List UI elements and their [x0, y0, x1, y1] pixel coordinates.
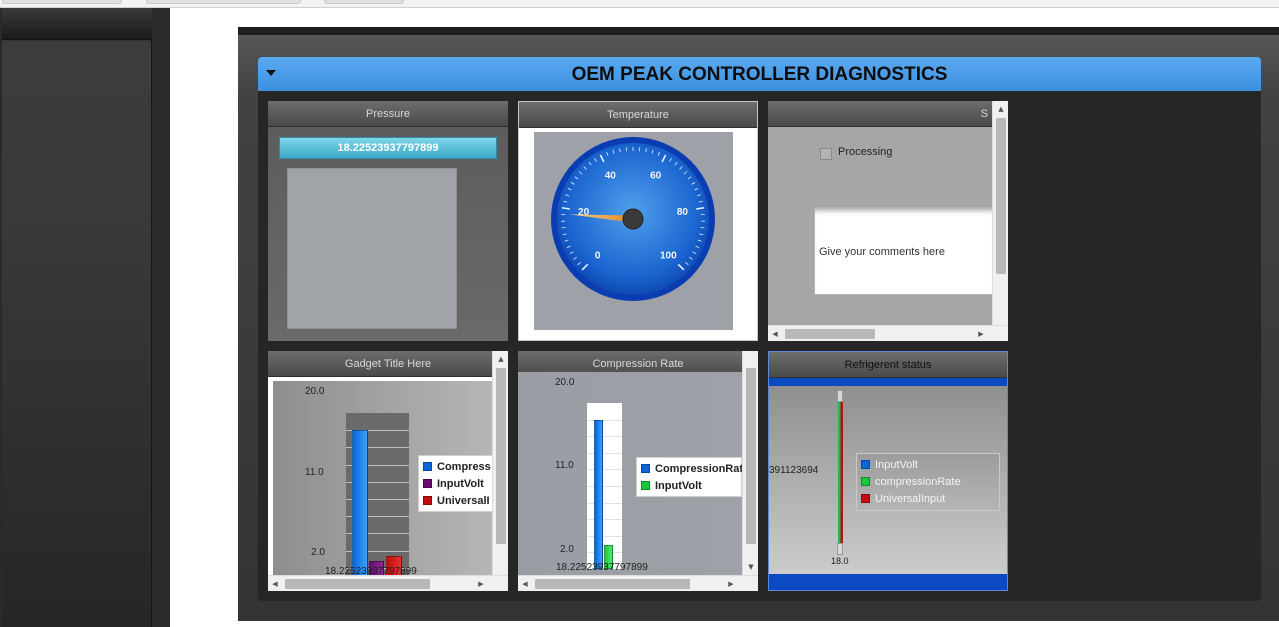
- legend-item: Compress: [423, 461, 491, 473]
- scrollbar-thumb[interactable]: [285, 579, 430, 589]
- compression-rate-gadget: Compression Rate 20.0 11.0 2.0 18.225239…: [518, 351, 758, 591]
- x-tick-label: 18.0: [831, 556, 849, 566]
- toolbar-tab[interactable]: [2, 0, 122, 4]
- scrollbar-thumb[interactable]: [746, 368, 756, 544]
- gauge-tick-label: 0: [595, 250, 601, 261]
- chart-gridline: [587, 436, 622, 438]
- gadget-title[interactable]: Refrigerent status: [769, 352, 1007, 378]
- chart-gridline: [587, 452, 622, 454]
- refrigerent-status-gadget: Refrigerent status 391123694 18.0 InputV…: [768, 351, 1008, 591]
- scroll-up-icon[interactable]: ▲: [994, 101, 1008, 117]
- toolbar-tab[interactable]: [146, 0, 301, 4]
- scroll-up-icon[interactable]: ▲: [494, 351, 508, 367]
- dashboard-header[interactable]: OEM PEAK CONTROLLER DIAGNOSTICS: [258, 57, 1261, 91]
- chart-legend: CompressionRat InputVolt: [636, 457, 743, 497]
- horizontal-scrollbar[interactable]: ◀ ▶: [768, 325, 1008, 341]
- scroll-left-icon[interactable]: ◀: [518, 576, 532, 591]
- temperature-gauge: 02040 6080100: [551, 137, 715, 301]
- chart-plot: [346, 413, 409, 585]
- chart-gridline: [587, 486, 622, 487]
- chart-legend: InputVolt compressionRate UniversalInput: [856, 453, 1000, 511]
- legend-item: InputVolt: [423, 478, 484, 490]
- sidebar-panel: [2, 8, 152, 627]
- temperature-gadget: Temperature 0 20 40 60 80 100: [518, 101, 758, 341]
- scrollbar-thumb[interactable]: [785, 329, 875, 339]
- gauge-tick: [700, 227, 705, 229]
- pressure-visual-box: [287, 168, 457, 329]
- gauge-tick-label: 40: [605, 170, 617, 181]
- vertical-scrollbar[interactable]: ▼: [742, 351, 758, 575]
- sidebar-header: [2, 8, 152, 40]
- legend-item: compressionRate: [861, 476, 961, 488]
- scrollbar-thumb[interactable]: [535, 579, 690, 589]
- toolbar-tab[interactable]: [324, 0, 404, 4]
- legend-item: UniversalI: [423, 495, 490, 507]
- gauge-tick-label: 100: [660, 250, 677, 261]
- scroll-down-icon[interactable]: ▼: [744, 559, 758, 575]
- x-tick-label: 18.22523937797899: [556, 562, 648, 573]
- gadget-title[interactable]: Pressure: [268, 101, 508, 127]
- top-toolbar-strip: [0, 0, 1279, 8]
- y-tick-label: 2.0: [560, 544, 574, 555]
- pressure-value-display: 18.22523937797899: [279, 137, 497, 159]
- bar[interactable]: [352, 430, 368, 585]
- legend-item: UniversalInput: [861, 493, 945, 505]
- collapse-arrow-icon[interactable]: [266, 70, 276, 76]
- gauge-frame: 0 20 40 60 80 100: [534, 132, 733, 330]
- gauge-tick: [561, 227, 566, 229]
- legend-item: InputVolt: [641, 480, 702, 492]
- gadget-title[interactable]: Gadget Title Here: [268, 351, 508, 377]
- vertical-scrollbar[interactable]: ▲: [492, 351, 508, 575]
- y-tick-label: 11.0: [555, 460, 574, 471]
- dashboard-title: OEM PEAK CONTROLLER DIAGNOSTICS: [571, 64, 948, 85]
- bar-chart-gadget: Gadget Title Here 20.0 11.0 2.0 18.22523…: [268, 351, 508, 591]
- y-tick-label: 11.0: [305, 467, 324, 478]
- y-tick-label: 2.0: [311, 547, 325, 558]
- chart-gridline: [587, 502, 622, 504]
- y-tick-label: 20.0: [555, 377, 575, 388]
- scroll-left-icon[interactable]: ◀: [268, 576, 282, 591]
- chart-gridline: [587, 519, 622, 521]
- legend-item: CompressionRat: [641, 463, 743, 475]
- chart-gridline: [587, 535, 622, 537]
- slider-handle-top[interactable]: [837, 390, 843, 402]
- gadget-title[interactable]: S: [768, 101, 1008, 127]
- scroll-left-icon[interactable]: ◀: [768, 326, 782, 341]
- processing-checkbox[interactable]: [820, 148, 832, 160]
- chart-area: 20.0 11.0 2.0 18.22523937797899 Compress…: [273, 381, 493, 585]
- y-tick-label: 391123694: [769, 465, 819, 476]
- chart-plot: [587, 403, 622, 569]
- scroll-right-icon[interactable]: ▶: [974, 326, 988, 341]
- chart-gridline: [587, 419, 622, 421]
- chart-legend: Compress InputVolt UniversalI: [418, 455, 493, 512]
- processing-label: Processing: [838, 146, 893, 158]
- vertical-scrollbar[interactable]: ▲: [992, 101, 1008, 325]
- status-gadget: S Processing Give your comments here ▲ ◀…: [768, 101, 1008, 341]
- chart-gridline: [587, 469, 622, 471]
- gadget-title[interactable]: Temperature: [519, 102, 757, 128]
- bar[interactable]: [594, 419, 603, 569]
- scrollbar-thumb[interactable]: [496, 368, 506, 544]
- scrollbar-thumb[interactable]: [996, 118, 1006, 274]
- scroll-right-icon[interactable]: ▶: [724, 576, 738, 591]
- gauge-hub: [622, 208, 644, 230]
- gauge-tick-label: 60: [650, 170, 662, 181]
- refrigerent-bar: [838, 392, 843, 544]
- chart-area: 20.0 11.0 2.0 18.22523937797899 Compress…: [518, 372, 743, 575]
- gauge-tick-label: 80: [677, 207, 689, 218]
- legend-item: InputVolt: [861, 459, 918, 471]
- scroll-right-icon[interactable]: ▶: [474, 576, 488, 591]
- slider-handle-bottom[interactable]: [837, 543, 843, 555]
- y-tick-label: 20.0: [305, 386, 325, 397]
- horizontal-scrollbar[interactable]: ◀ ▶: [268, 575, 508, 591]
- horizontal-scrollbar[interactable]: ◀ ▶: [518, 575, 758, 591]
- comments-placeholder: Give your comments here: [819, 246, 945, 258]
- pressure-gadget: Pressure 18.22523937797899: [268, 101, 508, 341]
